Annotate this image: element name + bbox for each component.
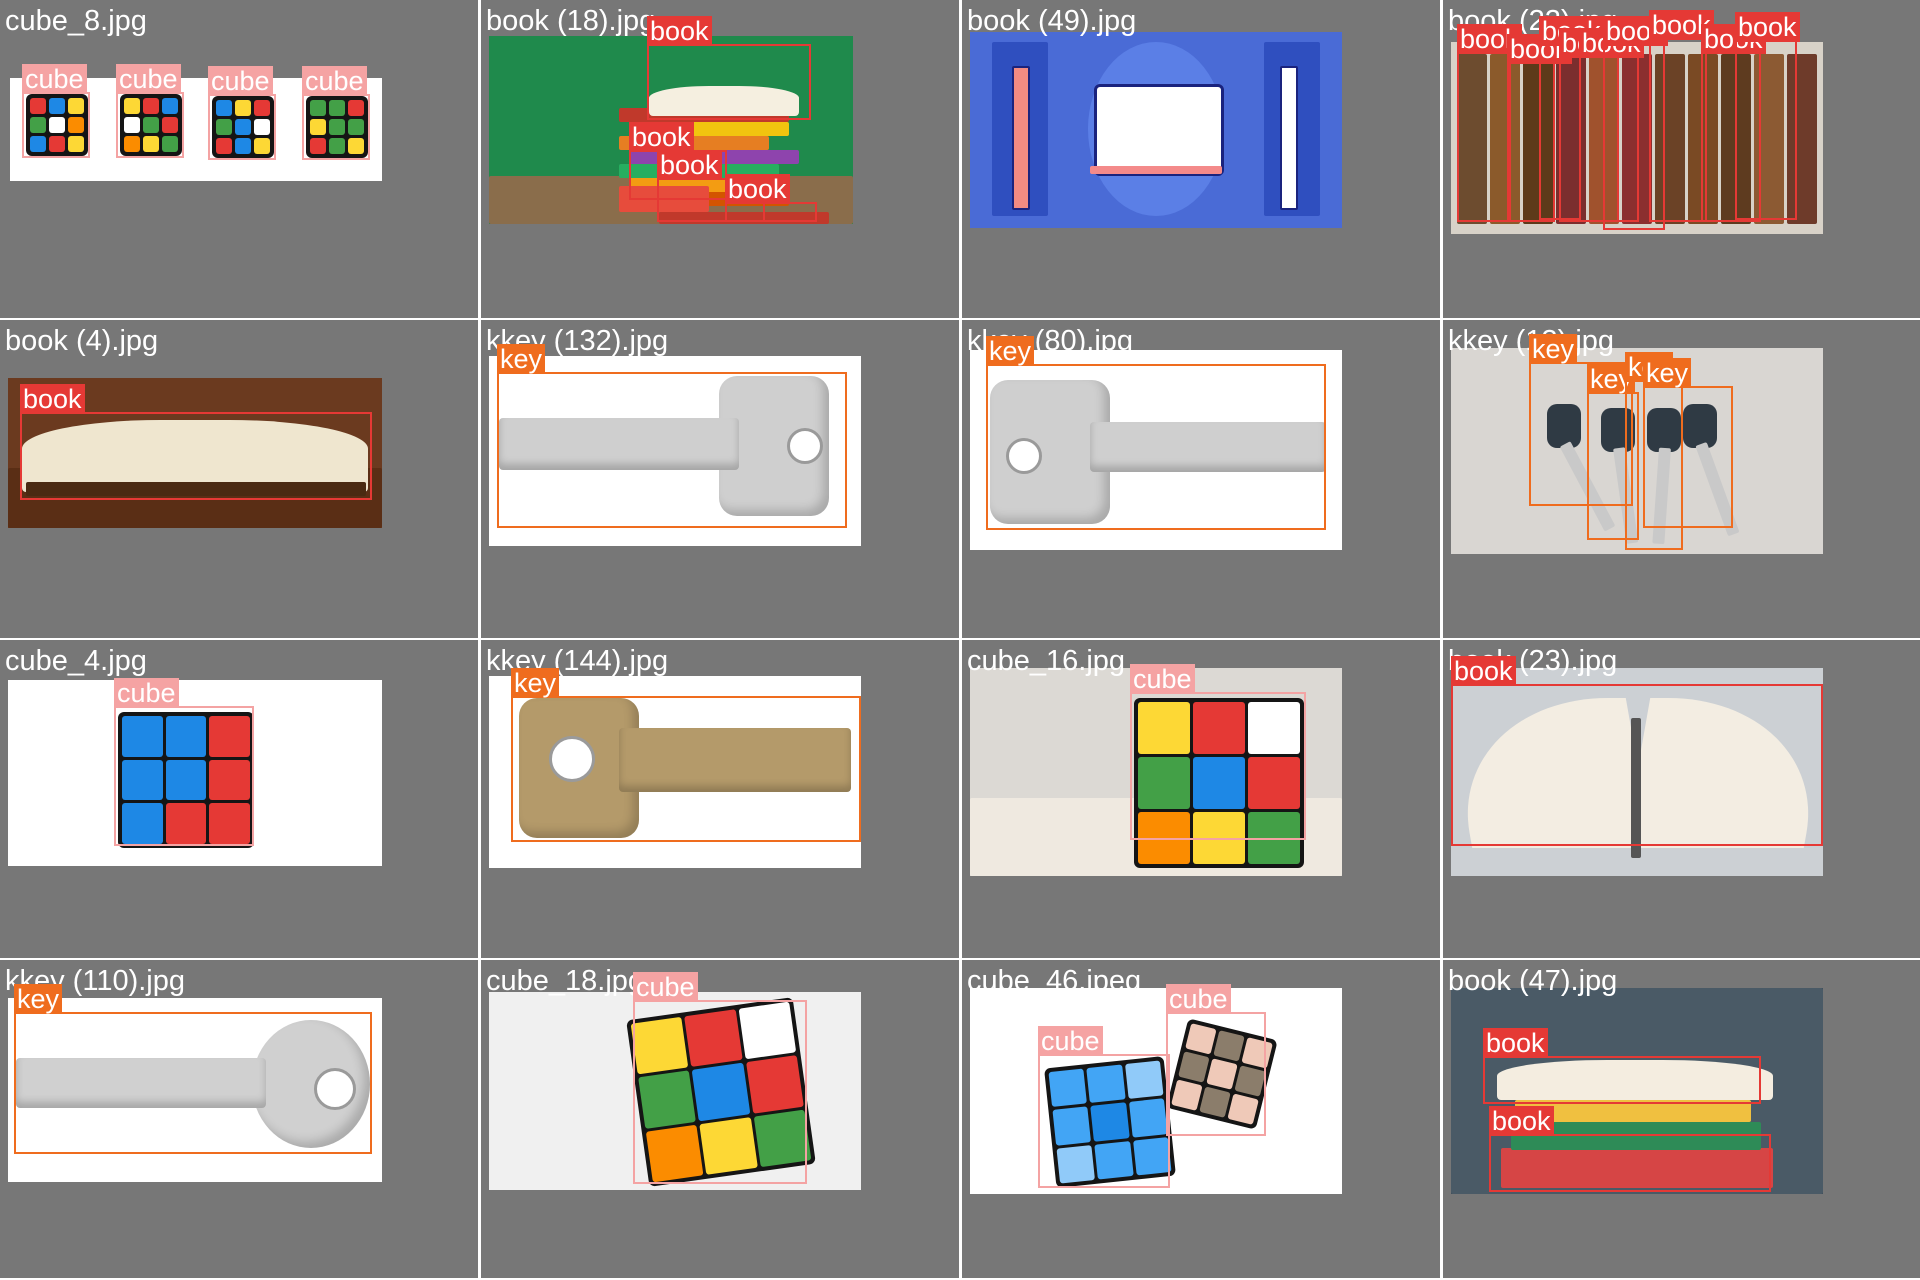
bounding-box: book	[20, 384, 372, 500]
detection-cell: kkey (13).jpgkeykeykeykey	[1443, 320, 1920, 638]
detection-cell: kkey (80).jpg key	[962, 320, 1440, 638]
bounding-box: key	[986, 336, 1326, 530]
bounding-box-label: cube	[1166, 984, 1231, 1014]
bounding-box-label: cube	[22, 64, 87, 94]
bounding-box-label: cube	[116, 64, 181, 94]
bounding-box: cube	[208, 66, 276, 160]
image-filename: cube_4.jpg	[5, 645, 147, 677]
bounding-box: cube	[22, 64, 90, 158]
bounding-box-label: book	[1451, 656, 1516, 686]
image-filename: book (47).jpg	[1448, 965, 1618, 997]
image-filename: cube_46.jpeg	[967, 965, 1142, 997]
bounding-box-label: book	[657, 150, 722, 180]
bounding-box: cube	[116, 64, 184, 158]
bounding-box-label: book	[20, 384, 85, 414]
bounding-box: cube	[114, 678, 254, 846]
detection-cell: kkey (132).jpg key	[481, 320, 959, 638]
bounding-box-label: book	[647, 16, 712, 46]
image-filename: book (18).jpg	[486, 5, 656, 37]
bounding-box-label: book	[1735, 12, 1800, 42]
detection-image	[970, 32, 1342, 228]
bounding-box-label: cube	[633, 972, 698, 1002]
bounding-box: book	[647, 16, 811, 120]
bounding-box-label: cube	[302, 66, 367, 96]
detection-cell: cube_16.jpg cube	[962, 640, 1440, 958]
detection-cell: book (23).jpg book	[1443, 640, 1920, 958]
detection-cell: kkey (110).jpg key	[0, 960, 478, 1278]
bounding-box: key	[14, 984, 372, 1154]
bounding-box-label: key	[14, 984, 63, 1014]
image-filename: book (49).jpg	[967, 5, 1137, 37]
image-filename: cube_16.jpg	[967, 645, 1126, 677]
pencil	[1012, 66, 1030, 210]
bounding-box-label: cube	[114, 678, 179, 708]
bounding-box-label: key	[1529, 334, 1578, 364]
bounding-box: cube	[1038, 1026, 1170, 1188]
book-cover	[1090, 166, 1222, 174]
bounding-box-label: book	[629, 122, 694, 152]
detection-cell: book (18).jpg book book book book	[481, 0, 959, 318]
bounding-box: book	[1457, 24, 1522, 222]
bounding-box-label: cube	[208, 66, 273, 96]
image-filename: book (4).jpg	[5, 325, 159, 357]
bounding-box: book	[1649, 10, 1714, 222]
image-filename: cube_18.jpg	[486, 965, 645, 997]
bounding-box: key	[1643, 358, 1733, 528]
detection-cell: cube_46.jpegcube cube	[962, 960, 1440, 1278]
image-filename: cube_8.jpg	[5, 5, 147, 37]
bounding-box-label: key	[986, 336, 1035, 366]
bounding-box-label: cube	[1130, 664, 1195, 694]
bounding-box: cube	[633, 972, 807, 1184]
bounding-box: cube	[1166, 984, 1266, 1136]
bounding-box: book	[1451, 656, 1823, 846]
bounding-box-label: key	[1643, 358, 1692, 388]
bounding-box-label: book	[1489, 1106, 1554, 1136]
bounding-box-label: cube	[1038, 1026, 1103, 1056]
bounding-box: book	[1489, 1106, 1771, 1192]
detection-cell: book (22).jpgbookbookbookbookbookbookboo…	[1443, 0, 1920, 318]
bounding-box: cube	[1130, 664, 1306, 840]
detection-results-grid: cube_8.jpg cube cube cube cube book (18).jpg b…	[0, 0, 1920, 1280]
bounding-box: key	[511, 668, 861, 842]
detection-cell: cube_8.jpgcube cube cube cube	[0, 0, 478, 318]
bounding-box: book	[725, 174, 817, 222]
bounding-box-label: book	[1483, 1028, 1548, 1058]
detection-cell: book (4).jpg book	[0, 320, 478, 638]
open-book	[1094, 84, 1224, 176]
bounding-box-label: book	[725, 174, 790, 204]
bounding-box: book	[1483, 1028, 1761, 1104]
bounding-box-label: key	[511, 668, 560, 698]
pen	[1280, 66, 1298, 210]
detection-cell: cube_4.jpg cube	[0, 640, 478, 958]
detection-cell: book (49).jpg	[962, 0, 1440, 318]
bounding-box-label: key	[497, 344, 546, 374]
bounding-box: cube	[302, 66, 370, 160]
detection-cell: kkey (144).jpg key	[481, 640, 959, 958]
bounding-box: book	[1735, 12, 1800, 220]
bounding-box: key	[497, 344, 847, 528]
detection-cell: cube_18.jpg cube	[481, 960, 959, 1278]
detection-cell: book (47).jpg book book	[1443, 960, 1920, 1278]
